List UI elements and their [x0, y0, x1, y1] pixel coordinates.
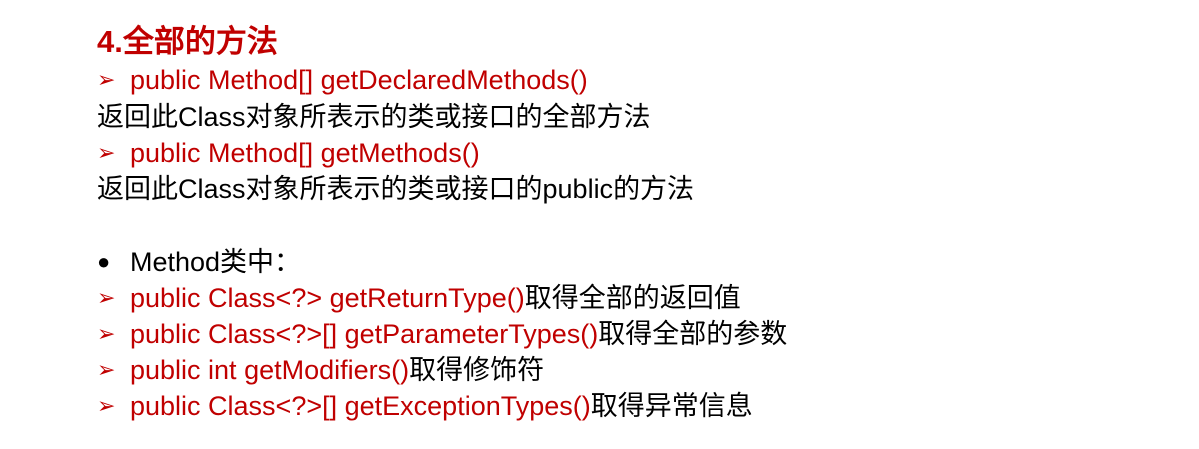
description-class-word: Class: [178, 174, 246, 204]
method-item-return-type: ➢ public Class<?> getReturnType()取得全部的返回值: [97, 280, 741, 316]
slide-title: 4.全部的方法: [97, 24, 278, 59]
method-description: 取得异常信息: [590, 391, 753, 421]
method-item-exception-types: ➢ public Class<?>[] getExceptionTypes()取得…: [97, 388, 753, 424]
arrow-bullet-icon: ➢: [97, 140, 116, 165]
description-public-word: public: [542, 174, 614, 204]
dot-bullet-icon: ●: [97, 249, 111, 274]
section-heading: ● Method类中：: [97, 244, 301, 280]
description-text: 返回此: [97, 102, 178, 132]
method-signature: public Method[] getDeclaredMethods(): [130, 65, 588, 95]
method-description: 取得全部的参数: [598, 319, 788, 349]
arrow-bullet-icon: ➢: [97, 393, 116, 418]
method-signature: public Method[] getMethods(): [130, 138, 480, 168]
method-description: 取得全部的返回值: [524, 283, 741, 313]
method-signature: public Class<?>[] getExceptionTypes(): [130, 391, 591, 421]
description-text: 返回此: [97, 174, 178, 204]
arrow-bullet-icon: ➢: [97, 67, 116, 92]
arrow-bullet-icon: ➢: [97, 321, 116, 346]
arrow-bullet-icon: ➢: [97, 357, 116, 382]
method-signature: public Class<?>[] getParameterTypes(): [130, 319, 599, 349]
description-text: 对象所表示的类或接口的全部方法: [245, 102, 651, 132]
method-line-declared: ➢ public Method[] getDeclaredMethods(): [97, 62, 588, 98]
description-class-word: Class: [178, 102, 246, 132]
method-line-methods: ➢ public Method[] getMethods(): [97, 135, 480, 171]
method-item-parameter-types: ➢ public Class<?>[] getParameterTypes()取得…: [97, 316, 787, 352]
description-text: 的方法: [613, 174, 695, 204]
arrow-bullet-icon: ➢: [97, 285, 116, 310]
method-item-modifiers: ➢ public int getModifiers()取得修饰符: [97, 352, 544, 388]
method-description: 取得修饰符: [409, 355, 545, 385]
method-signature: public int getModifiers(): [130, 355, 410, 385]
description-text: 对象所表示的类或接口的: [245, 174, 543, 204]
method-signature: public Class<?> getReturnType(): [130, 283, 525, 313]
section-label: Method类中：: [130, 247, 302, 277]
slide: 4.全部的方法 ➢ public Method[] getDeclaredMeth…: [0, 0, 1199, 449]
description-line: 返回此Class对象所表示的类或接口的全部方法: [97, 99, 651, 135]
description-line: 返回此Class对象所表示的类或接口的public的方法: [97, 171, 694, 207]
